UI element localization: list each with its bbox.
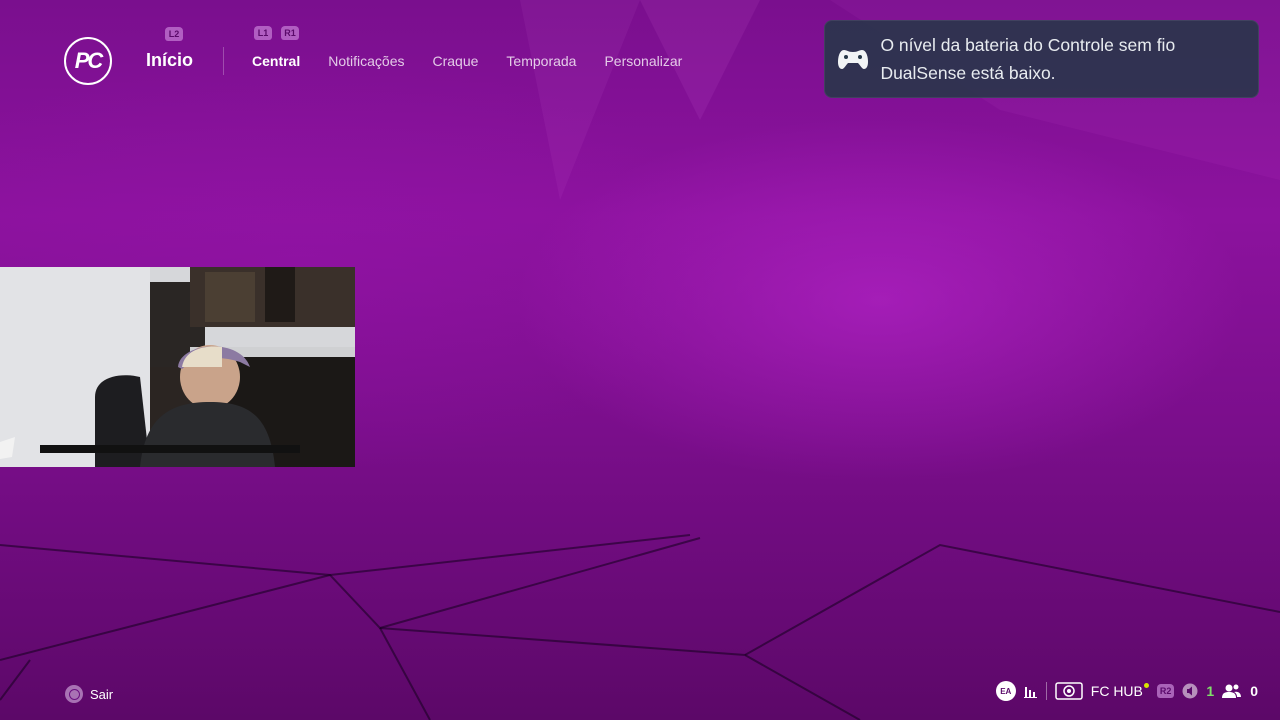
home-title[interactable]: Início xyxy=(146,50,193,71)
r2-button-hint: R2 xyxy=(1156,684,1175,698)
l1-label: L1 xyxy=(257,28,269,38)
friends-icon[interactable] xyxy=(1222,683,1242,699)
exit-label: Sair xyxy=(90,686,114,702)
tab-craque[interactable]: Craque xyxy=(433,53,479,69)
touchpad-icon[interactable] xyxy=(1055,682,1083,700)
circle-button-icon xyxy=(65,685,83,703)
l2-label: L2 xyxy=(168,29,180,39)
logo-text: PC xyxy=(74,48,104,73)
battery-notification[interactable]: O nível da bateria do Controle sem fio D… xyxy=(824,20,1259,98)
tab-central[interactable]: Central xyxy=(252,53,300,69)
volume-icon[interactable] xyxy=(1182,683,1198,699)
r2-label: R2 xyxy=(1159,686,1172,696)
nav-tabs: Central Notificações Craque Temporada Pe… xyxy=(252,53,682,69)
tab-temporada[interactable]: Temporada xyxy=(506,53,576,69)
friends-count: 0 xyxy=(1250,683,1258,699)
ea-icon[interactable]: EA xyxy=(995,681,1016,701)
status-bar: EA FC HUB R2 1 0 xyxy=(995,680,1258,702)
ea-label: EA xyxy=(1000,686,1012,696)
l2-button-hint: L2 xyxy=(165,27,183,41)
status-separator xyxy=(1045,682,1047,700)
notification-message: O nível da bateria do Controle sem fio D… xyxy=(880,35,1176,83)
green-count: 1 xyxy=(1206,683,1215,699)
tab-notificacoes[interactable]: Notificações xyxy=(328,53,404,69)
r1-button-hint: R1 xyxy=(281,26,299,40)
webcam-overlay xyxy=(0,267,355,467)
nav-divider xyxy=(223,47,224,75)
profile-logo[interactable]: PC xyxy=(64,37,112,85)
exit-button[interactable]: Sair xyxy=(65,685,113,703)
tab-personalizar[interactable]: Personalizar xyxy=(604,53,682,69)
r1-label: R1 xyxy=(284,28,296,38)
l1-button-hint: L1 xyxy=(254,26,272,40)
fc-hub-label[interactable]: FC HUB xyxy=(1091,683,1143,699)
hub-notification-dot xyxy=(1143,682,1149,688)
stats-icon[interactable] xyxy=(1023,684,1038,698)
controller-icon xyxy=(825,48,880,70)
